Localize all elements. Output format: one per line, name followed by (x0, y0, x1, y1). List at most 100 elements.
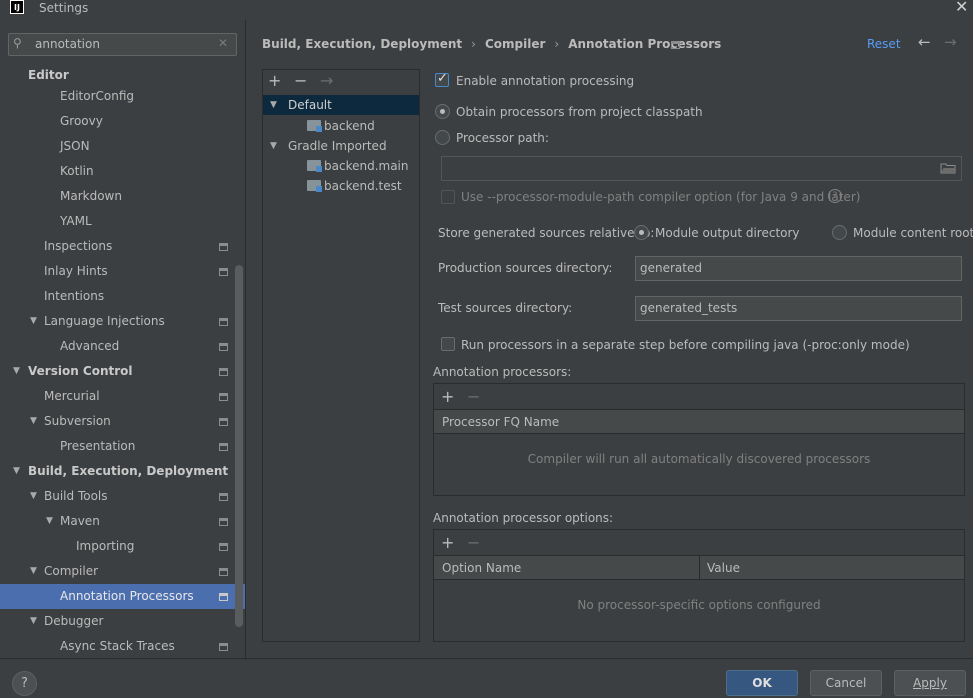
processor-path-radio[interactable] (435, 130, 450, 145)
remove-processor-button[interactable]: − (467, 389, 480, 405)
back-arrow-icon[interactable]: ← (918, 33, 931, 51)
sidebar-item-compiler[interactable]: ▼ Compiler (0, 559, 235, 584)
project-settings-icon (219, 243, 228, 251)
processor-path-field[interactable] (441, 156, 962, 181)
profile-default[interactable]: ▼ Default (263, 95, 419, 115)
separate-step-label: Run processors in a separate step before… (461, 338, 910, 352)
sidebar-item-inspections[interactable]: Inspections (0, 234, 235, 259)
profile-label: Default (288, 98, 332, 112)
module-output-radio[interactable] (634, 225, 649, 240)
help-icon[interactable]: ? (828, 189, 842, 203)
sidebar-item-mercurial[interactable]: Mercurial (0, 384, 235, 409)
clear-search-icon[interactable]: ✕ (218, 36, 228, 50)
chevron-down-icon[interactable]: ▼ (270, 95, 277, 115)
cancel-button[interactable]: Cancel (810, 670, 882, 696)
sidebar-item-version-control[interactable]: ▼ Version Control (0, 359, 235, 384)
profile-module-backend-main[interactable]: backend.main (263, 156, 419, 176)
column-header-option-name[interactable]: Option Name (442, 556, 521, 581)
sidebar-item-label: JSON (60, 139, 90, 153)
profile-module-backend[interactable]: backend (263, 116, 419, 136)
sidebar-item-label: YAML (60, 214, 92, 228)
sidebar-item-label: Groovy (60, 114, 103, 128)
module-content-root-radio[interactable] (832, 225, 847, 240)
breadcrumb: Build, Execution, Deployment › Compiler › An… (262, 37, 721, 51)
annotation-processors-section-label: Annotation processors: (433, 365, 572, 379)
sidebar-item-json[interactable]: JSON (0, 134, 235, 159)
project-settings-icon (219, 393, 228, 401)
close-icon[interactable]: ✕ (955, 0, 968, 16)
footer-divider (0, 658, 973, 659)
chevron-down-icon[interactable]: ▼ (270, 136, 277, 156)
project-settings-icon (219, 368, 228, 376)
sidebar-item-kotlin[interactable]: Kotlin (0, 159, 235, 184)
sidebar-item-yaml[interactable]: YAML (0, 209, 235, 234)
add-profile-button[interactable]: + (268, 73, 281, 89)
separate-step-checkbox[interactable] (441, 337, 455, 351)
add-processor-button[interactable]: + (441, 389, 454, 405)
chevron-down-icon[interactable]: ▼ (30, 409, 37, 434)
sidebar-item-editorconfig[interactable]: EditorConfig (0, 84, 235, 109)
breadcrumb-item: Annotation Processors (568, 37, 722, 51)
sidebar-item-build-tools[interactable]: ▼ Build Tools (0, 484, 235, 509)
sidebar-item-maven[interactable]: ▼ Maven (0, 509, 235, 534)
column-header[interactable]: Processor FQ Name (442, 410, 559, 435)
sidebar-item-label: Debugger (44, 614, 104, 628)
help-button[interactable]: ? (12, 671, 37, 696)
sidebar-item-debugger[interactable]: ▼ Debugger (0, 609, 235, 634)
sidebar-item-label: Compiler (44, 564, 99, 578)
remove-profile-button[interactable]: − (294, 73, 307, 89)
reset-link[interactable]: Reset (867, 37, 901, 51)
project-settings-icon (219, 318, 228, 326)
processor-options-section-label: Annotation processor options: (433, 511, 614, 525)
sidebar-item-annotation-processors[interactable]: Annotation Processors (0, 584, 245, 609)
processor-path-label: Processor path: (456, 131, 549, 145)
browse-folder-icon[interactable] (940, 162, 956, 174)
column-header-value[interactable]: Value (707, 556, 740, 581)
sidebar-item-label: Importing (76, 539, 135, 553)
chevron-down-icon[interactable]: ▼ (30, 309, 37, 334)
profile-gradle-imported[interactable]: ▼ Gradle Imported (263, 136, 419, 156)
breadcrumb-separator-icon: › (554, 37, 560, 51)
project-settings-icon (219, 268, 228, 276)
enable-annotation-processing-checkbox[interactable] (435, 71, 449, 87)
sidebar-item-markdown[interactable]: Markdown (0, 184, 235, 209)
chevron-down-icon[interactable]: ▼ (13, 359, 20, 384)
add-option-button[interactable]: + (441, 535, 454, 551)
sidebar-item-inlay-hints[interactable]: Inlay Hints (0, 259, 235, 284)
chevron-down-icon[interactable]: ▼ (30, 559, 37, 584)
column-divider[interactable] (699, 556, 700, 579)
sidebar-item-build-execution-deployment[interactable]: ▼ Build, Execution, Deployment (0, 459, 235, 484)
test-dir-field[interactable]: generated_tests (635, 296, 962, 321)
test-dir-label: Test sources directory: (438, 301, 573, 315)
sidebar-item-subversion[interactable]: ▼ Subversion (0, 409, 235, 434)
sidebar-item-advanced[interactable]: Advanced (0, 334, 235, 359)
store-relative-label: Store generated sources relative to: (438, 226, 655, 240)
forward-arrow-icon[interactable]: → (944, 33, 957, 51)
search-icon: ⚲ (13, 36, 22, 50)
sidebar-item-groovy[interactable]: Groovy (0, 109, 235, 134)
chevron-down-icon[interactable]: ▼ (30, 609, 37, 634)
move-profile-button[interactable]: → (320, 73, 333, 89)
sidebar-scrollbar[interactable] (235, 265, 243, 627)
project-settings-icon (219, 443, 228, 451)
search-input[interactable] (35, 37, 215, 51)
chevron-down-icon[interactable]: ▼ (13, 459, 20, 484)
sidebar-item-intentions[interactable]: Intentions (0, 284, 235, 309)
sidebar-item-language-injections[interactable]: ▼ Language Injections (0, 309, 235, 334)
production-dir-field[interactable]: generated (635, 256, 962, 281)
project-settings-icon (219, 568, 228, 576)
sidebar-item-presentation[interactable]: Presentation (0, 434, 235, 459)
sidebar-divider[interactable] (245, 20, 246, 660)
sidebar-item-async-stack-traces[interactable]: Async Stack Traces (0, 634, 235, 659)
sidebar-item-importing[interactable]: Importing (0, 534, 235, 559)
module-path-checkbox[interactable] (441, 190, 455, 204)
remove-option-button[interactable]: − (467, 535, 480, 551)
sidebar-item-label: Language Injections (44, 314, 165, 328)
profile-label: backend.test (324, 179, 402, 193)
chevron-down-icon[interactable]: ▼ (46, 509, 53, 534)
chevron-down-icon[interactable]: ▼ (30, 484, 37, 509)
obtain-from-classpath-radio[interactable] (435, 104, 450, 119)
apply-button[interactable]: Apply (894, 670, 966, 696)
ok-button[interactable]: OK (726, 670, 798, 696)
profile-module-backend-test[interactable]: backend.test (263, 176, 419, 196)
